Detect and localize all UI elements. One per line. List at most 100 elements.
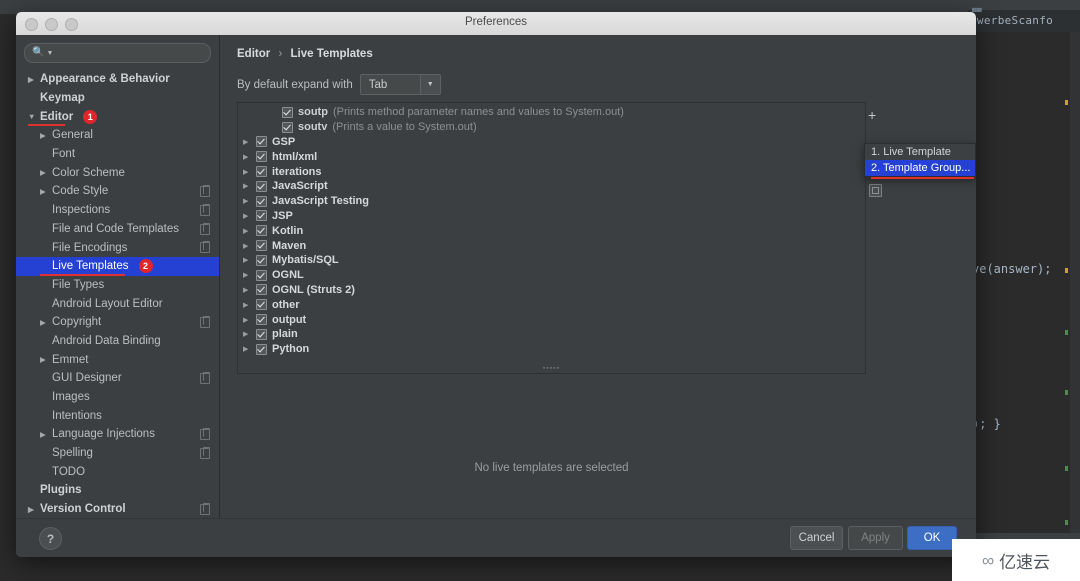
chevron-right-icon[interactable]: ▶ — [40, 131, 51, 140]
search-field[interactable]: 🔍 ▼ — [24, 43, 211, 63]
template-list-item[interactable]: ▶ html/xml — [238, 149, 865, 164]
template-checkbox[interactable] — [256, 195, 267, 207]
template-list-item[interactable]: ▶ Mybatis/SQL — [238, 253, 865, 268]
ok-button[interactable]: OK — [907, 526, 957, 550]
template-checkbox[interactable] — [256, 151, 267, 163]
chevron-right-icon[interactable]: ▶ — [243, 197, 256, 205]
template-checkbox[interactable] — [282, 121, 293, 133]
template-checkbox[interactable] — [256, 210, 267, 222]
copy-icon[interactable] — [869, 184, 882, 197]
sidebar-item-color-scheme[interactable]: ▶ Color Scheme — [16, 163, 219, 182]
chevron-right-icon[interactable]: ▶ — [40, 187, 51, 196]
template-list-panel[interactable]: soutp (Prints method parameter names and … — [237, 102, 866, 374]
chevron-right-icon[interactable]: ▶ — [40, 430, 51, 439]
sidebar-item-emmet[interactable]: ▶ Emmet — [16, 350, 219, 369]
template-list-item[interactable]: ▶ plain — [238, 327, 865, 342]
chevron-right-icon[interactable]: ▶ — [28, 505, 39, 514]
add-template-menu[interactable]: 1. Live Template 2. Template Group... — [864, 143, 976, 177]
chevron-right-icon[interactable]: ▶ — [40, 318, 51, 327]
template-list-item[interactable]: ▶ JavaScript — [238, 179, 865, 194]
template-list-item[interactable]: ▶ Kotlin — [238, 223, 865, 238]
template-checkbox[interactable] — [256, 314, 267, 326]
chevron-right-icon[interactable]: ▶ — [243, 242, 256, 250]
sidebar-item-appearance-behavior[interactable]: ▶ Appearance & Behavior — [16, 70, 219, 89]
template-checkbox[interactable] — [256, 136, 267, 148]
chevron-right-icon[interactable]: ▶ — [243, 168, 256, 176]
template-checkbox[interactable] — [256, 269, 267, 281]
resize-grip[interactable]: ▪▪▪▪▪ — [543, 365, 560, 372]
sidebar-item-inspections[interactable]: ▶Inspections — [16, 201, 219, 220]
sidebar-item-spelling[interactable]: ▶Spelling — [16, 444, 219, 463]
sidebar-item-plugins[interactable]: ▶Plugins — [16, 481, 219, 500]
template-checkbox[interactable] — [256, 328, 267, 340]
template-checkbox[interactable] — [256, 240, 267, 252]
sidebar-item-gui-designer[interactable]: ▶GUI Designer — [16, 369, 219, 388]
cancel-button[interactable]: Cancel — [790, 526, 843, 550]
sidebar-item-font[interactable]: ▶Font — [16, 145, 219, 164]
template-list-item[interactable]: ▶ JSP — [238, 209, 865, 224]
chevron-down-icon[interactable]: ▼ — [419, 75, 440, 94]
template-checkbox[interactable] — [282, 106, 293, 118]
chevron-right-icon[interactable]: ▶ — [40, 168, 51, 177]
sidebar-item-editor[interactable]: ▼ Editor 1 — [16, 107, 219, 127]
help-button[interactable]: ? — [39, 527, 62, 550]
template-checkbox[interactable] — [256, 254, 267, 266]
chevron-right-icon[interactable]: ▶ — [243, 330, 256, 338]
sidebar-item-copyright[interactable]: ▶ Copyright — [16, 313, 219, 332]
sidebar-item-android-data-binding[interactable]: ▶Android Data Binding — [16, 332, 219, 351]
template-list-item[interactable]: soutp (Prints method parameter names and … — [238, 105, 865, 120]
chevron-right-icon[interactable]: ▶ — [243, 212, 256, 220]
sidebar-item-language-injections[interactable]: ▶ Language Injections — [16, 425, 219, 444]
plus-icon[interactable]: + — [868, 108, 876, 122]
template-checkbox[interactable] — [256, 284, 267, 296]
chevron-right-icon[interactable]: ▶ — [243, 153, 256, 161]
template-checkbox[interactable] — [256, 180, 267, 192]
template-list-item[interactable]: ▶ output — [238, 312, 865, 327]
template-list-item[interactable]: ▶ OGNL — [238, 268, 865, 283]
chevron-right-icon[interactable]: ▶ — [243, 345, 256, 353]
menu-item-1[interactable]: 1. Live Template — [865, 144, 975, 160]
sidebar-item-file-and-code-templates[interactable]: ▶File and Code Templates — [16, 220, 219, 239]
sidebar-item-intentions[interactable]: ▶Intentions — [16, 406, 219, 425]
apply-button[interactable]: Apply — [848, 526, 903, 550]
chevron-right-icon[interactable]: ▶ — [243, 227, 256, 235]
template-list-item[interactable]: ▶ iterations — [238, 164, 865, 179]
template-list-item[interactable]: ▶ Python — [238, 342, 865, 357]
template-checkbox[interactable] — [256, 225, 267, 237]
sidebar-item-code-style[interactable]: ▶ Code Style — [16, 182, 219, 201]
chevron-right-icon[interactable]: ▶ — [243, 301, 256, 309]
template-list-item[interactable]: ▶ Maven — [238, 238, 865, 253]
template-list-item[interactable]: soutv (Prints a value to System.out) — [238, 120, 865, 135]
sidebar-item-version-control[interactable]: ▶ Version Control — [16, 500, 219, 519]
chevron-down-icon[interactable]: ▼ — [28, 112, 39, 121]
search-input[interactable] — [56, 47, 203, 59]
chevron-down-icon[interactable]: ▼ — [46, 50, 53, 57]
chevron-right-icon[interactable]: ▶ — [40, 355, 51, 364]
template-checkbox[interactable] — [256, 166, 267, 178]
template-checkbox[interactable] — [256, 343, 267, 355]
template-list-item[interactable]: ▶ JavaScript Testing — [238, 194, 865, 209]
sidebar-item-live-templates[interactable]: ▶Live Templates 2 — [16, 256, 219, 276]
template-checkbox[interactable] — [256, 299, 267, 311]
sidebar-item-todo[interactable]: ▶TODO — [16, 462, 219, 481]
chevron-right-icon[interactable]: ▶ — [243, 316, 256, 324]
breadcrumb-root[interactable]: Editor — [237, 48, 270, 60]
sidebar-item-keymap[interactable]: ▶Keymap — [16, 89, 219, 108]
expand-with-select[interactable]: Tab ▼ — [359, 74, 441, 95]
chevron-right-icon[interactable]: ▶ — [243, 271, 256, 279]
chevron-right-icon[interactable]: ▶ — [243, 182, 256, 190]
template-description: (Prints method parameter names and value… — [332, 106, 624, 119]
chevron-right-icon[interactable]: ▶ — [243, 138, 256, 146]
sidebar-item-android-layout-editor[interactable]: ▶Android Layout Editor — [16, 294, 219, 313]
template-list-item[interactable]: ▶ OGNL (Struts 2) — [238, 283, 865, 298]
sidebar-item-general[interactable]: ▶ General — [16, 126, 219, 145]
chevron-right-icon[interactable]: ▶ — [28, 75, 39, 84]
sidebar-item-images[interactable]: ▶Images — [16, 388, 219, 407]
sidebar-item-file-encodings[interactable]: ▶File Encodings — [16, 238, 219, 257]
menu-item-2[interactable]: 2. Template Group... — [865, 160, 975, 176]
template-list-item[interactable]: ▶ other — [238, 297, 865, 312]
sidebar-item-file-types[interactable]: ▶File Types — [16, 276, 219, 295]
chevron-right-icon[interactable]: ▶ — [243, 256, 256, 264]
chevron-right-icon[interactable]: ▶ — [243, 286, 256, 294]
template-list-item[interactable]: ▶ GSP — [238, 135, 865, 150]
